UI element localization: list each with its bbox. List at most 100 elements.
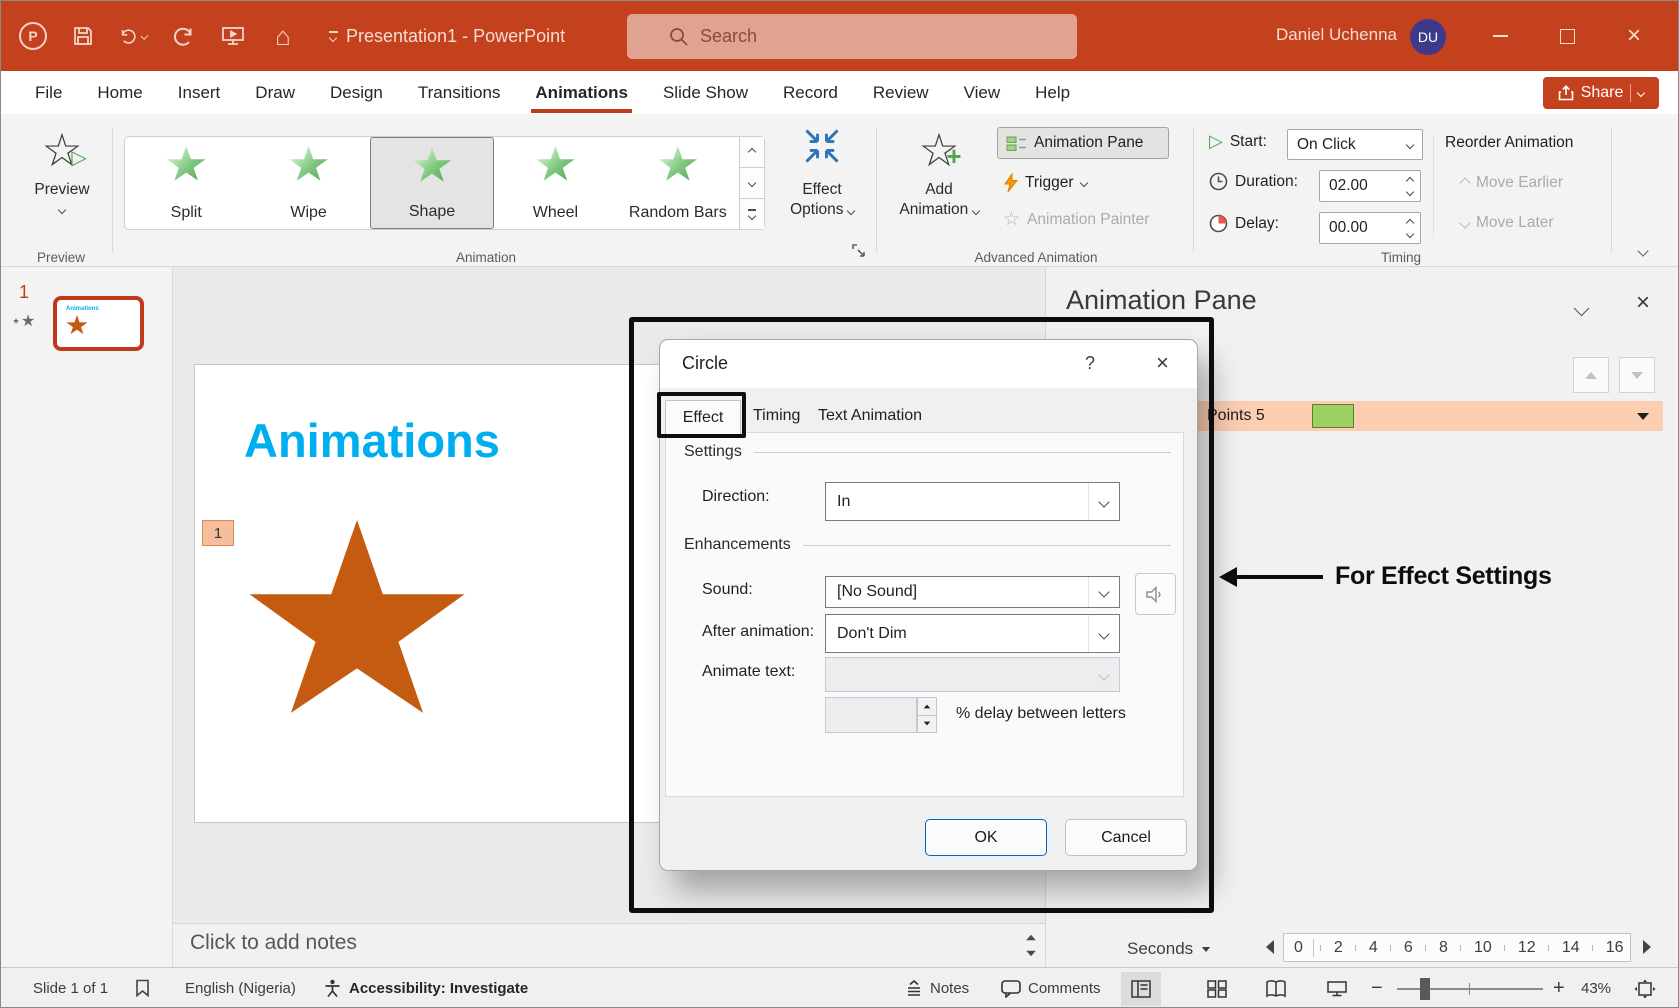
notes-scroll-up-icon[interactable]: [1026, 935, 1036, 941]
gallery-item-shape[interactable]: Shape: [370, 137, 494, 229]
slide-sorter-view-button[interactable]: [1197, 972, 1237, 1006]
collapse-ribbon-icon[interactable]: [1639, 242, 1647, 260]
trigger-lightning-icon: [1003, 173, 1018, 193]
trigger-button[interactable]: Trigger: [1003, 173, 1087, 193]
zoom-in-button[interactable]: +: [1553, 968, 1565, 1008]
tab-file[interactable]: File: [33, 73, 64, 113]
zoom-slider-track[interactable]: [1397, 988, 1543, 990]
slide-title[interactable]: Animations: [244, 413, 500, 468]
tab-review[interactable]: Review: [871, 73, 931, 113]
move-earlier-button[interactable]: Move Earlier: [1461, 174, 1563, 192]
accessibility-status[interactable]: Accessibility: Investigate: [349, 968, 528, 1008]
slide-show-view-button[interactable]: [1317, 972, 1357, 1006]
delay-up-icon[interactable]: [1406, 218, 1414, 226]
after-animation-select[interactable]: Don't Dim: [825, 614, 1120, 653]
animation-dialog-launcher[interactable]: [852, 244, 866, 263]
sound-select[interactable]: [No Sound]: [825, 576, 1120, 608]
dialog-tab-text-animation[interactable]: Text Animation: [818, 407, 922, 425]
duration-down-icon[interactable]: [1406, 187, 1414, 195]
search-input[interactable]: Search: [627, 14, 1077, 59]
animation-timeline-bar[interactable]: [1312, 404, 1354, 428]
avatar[interactable]: DU: [1410, 19, 1446, 55]
preview-button[interactable]: ☆ ▷ Preview: [23, 124, 101, 213]
seconds-dropdown[interactable]: Seconds: [1127, 939, 1212, 959]
tab-insert[interactable]: Insert: [176, 73, 223, 113]
gallery-scroll-down[interactable]: [740, 168, 764, 199]
fit-to-window-button[interactable]: [1625, 972, 1665, 1006]
ok-button[interactable]: OK: [925, 819, 1047, 856]
gallery-item-wheel[interactable]: Wheel: [494, 137, 616, 229]
pane-move-up-button[interactable]: [1573, 357, 1609, 393]
animation-indicator-icon[interactable]: ⋆★: [11, 311, 35, 331]
normal-view-button[interactable]: [1121, 972, 1161, 1006]
undo-icon[interactable]: [119, 22, 147, 50]
notes-scroll-down-icon[interactable]: [1026, 951, 1036, 957]
slide-star-shape[interactable]: [245, 520, 469, 732]
save-icon[interactable]: [69, 22, 97, 50]
share-dropdown-icon[interactable]: [1637, 89, 1645, 97]
tab-draw[interactable]: Draw: [253, 73, 297, 113]
minimize-button[interactable]: [1469, 1, 1531, 71]
redo-icon[interactable]: [169, 22, 197, 50]
dialog-tab-effect[interactable]: Effect: [665, 400, 741, 434]
duration-spinner[interactable]: 02.00: [1319, 170, 1421, 202]
slide-thumbnail[interactable]: Animations: [53, 296, 144, 351]
pane-move-down-button[interactable]: [1619, 357, 1655, 393]
customize-qat-icon[interactable]: [319, 22, 347, 50]
share-button[interactable]: Share: [1543, 77, 1659, 109]
cancel-button[interactable]: Cancel: [1065, 819, 1187, 856]
dialog-help-icon[interactable]: ?: [1085, 353, 1095, 374]
direction-select[interactable]: In: [825, 482, 1120, 521]
spellcheck-icon[interactable]: [134, 968, 151, 1008]
pane-close-icon[interactable]: ×: [1636, 289, 1650, 317]
start-select[interactable]: On Click: [1287, 129, 1423, 160]
sound-volume-button[interactable]: [1135, 573, 1176, 615]
gallery-item-random-bars[interactable]: Random Bars: [617, 137, 739, 229]
pane-collapse-icon[interactable]: [1574, 301, 1590, 317]
animation-pane-button[interactable]: Animation Pane: [997, 127, 1169, 159]
comments-toggle[interactable]: Comments: [1001, 968, 1101, 1008]
tab-design[interactable]: Design: [328, 73, 385, 113]
gallery-expand[interactable]: [740, 199, 764, 229]
tab-record[interactable]: Record: [781, 73, 840, 113]
dialog-close-icon[interactable]: ×: [1156, 350, 1169, 376]
animation-painter-button[interactable]: ☆ Animation Painter: [1003, 211, 1149, 229]
zoom-out-button[interactable]: −: [1371, 968, 1383, 1008]
zoom-slider-handle[interactable]: [1420, 978, 1430, 1000]
tab-help[interactable]: Help: [1033, 73, 1072, 113]
tab-animations[interactable]: Animations: [533, 73, 630, 113]
wheel-star-icon: [535, 146, 575, 184]
gallery-item-split[interactable]: Split: [125, 137, 247, 229]
maximize-button[interactable]: [1536, 1, 1598, 71]
zoom-level[interactable]: 43%: [1581, 968, 1611, 1008]
add-animation-button[interactable]: ☆ + Add Animation: [899, 124, 979, 220]
tab-view[interactable]: View: [962, 73, 1003, 113]
delay-spinner[interactable]: 00.00: [1319, 212, 1421, 244]
gallery-scroll-up[interactable]: [740, 137, 764, 168]
timeline-scroll-right-icon[interactable]: [1643, 940, 1651, 954]
account-name[interactable]: Daniel Uchenna: [1276, 25, 1397, 45]
tab-transitions[interactable]: Transitions: [416, 73, 503, 113]
notes-area[interactable]: Click to add notes: [173, 923, 1045, 967]
animation-item-dropdown-icon[interactable]: [1637, 413, 1649, 420]
effect-options-button[interactable]: Effect Options: [776, 126, 868, 220]
powerpoint-logo-icon[interactable]: P: [19, 22, 47, 50]
close-button[interactable]: ×: [1603, 1, 1665, 71]
dialog-tab-timing[interactable]: Timing: [753, 407, 800, 425]
tab-slide-show[interactable]: Slide Show: [661, 73, 750, 113]
notes-toggle[interactable]: Notes: [905, 968, 969, 1008]
slideshow-from-start-icon[interactable]: [219, 22, 247, 50]
gallery-item-wipe[interactable]: Wipe: [247, 137, 369, 229]
timeline-scroll-left-icon[interactable]: [1266, 940, 1274, 954]
move-later-button[interactable]: Move Later: [1461, 214, 1554, 232]
reading-view-button[interactable]: [1256, 972, 1296, 1006]
timeline-ruler[interactable]: 0 24 68 1012 1416: [1283, 933, 1631, 962]
tab-home[interactable]: Home: [95, 73, 144, 113]
wipe-star-icon: [289, 146, 329, 184]
duration-up-icon[interactable]: [1406, 176, 1414, 184]
undo-dropdown-icon[interactable]: [141, 32, 149, 40]
search-icon: [669, 27, 688, 46]
language-status[interactable]: English (Nigeria): [185, 968, 296, 1008]
delay-down-icon[interactable]: [1406, 229, 1414, 237]
home-icon[interactable]: ⌂: [269, 22, 297, 50]
